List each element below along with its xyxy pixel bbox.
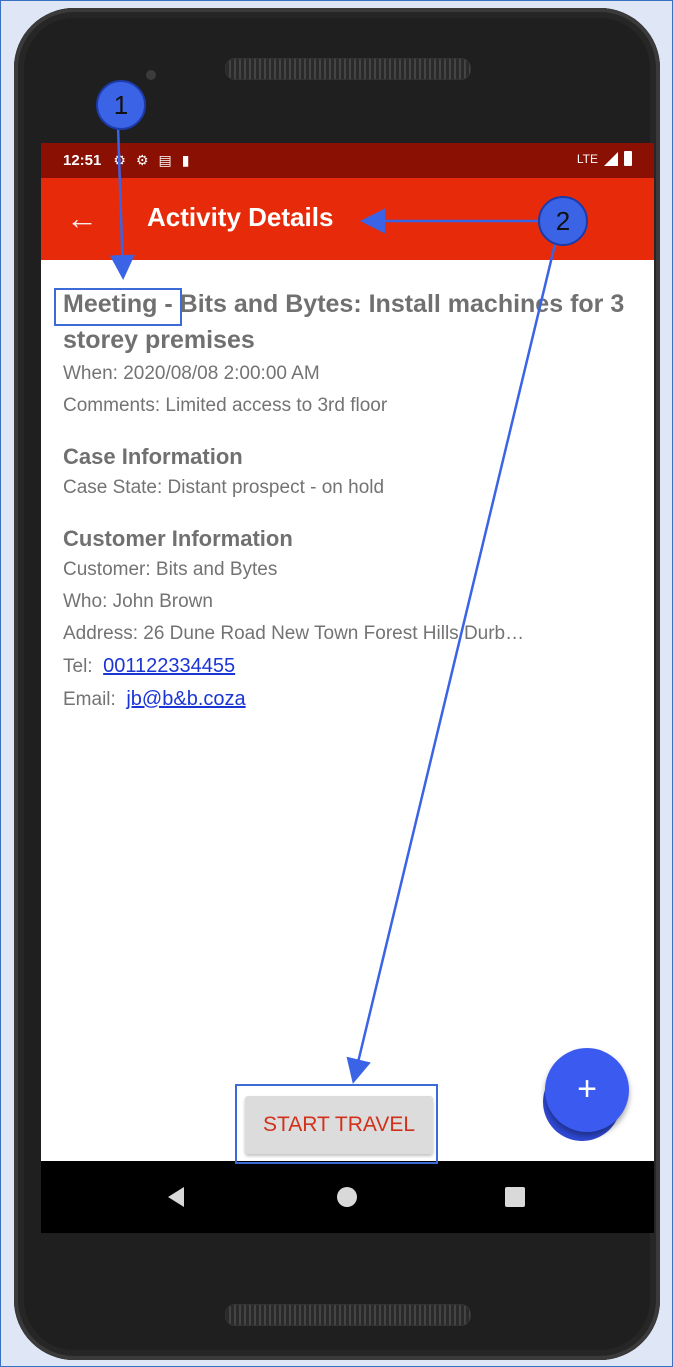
highlight-box-start-travel: [235, 1084, 438, 1164]
callout-1-arrow: [109, 125, 135, 280]
highlight-box-meeting: [54, 288, 182, 326]
callout-badge-2: 2: [538, 196, 588, 246]
callout-badge-1: 1: [96, 80, 146, 130]
callout-2-arrow-button: [346, 239, 558, 1084]
